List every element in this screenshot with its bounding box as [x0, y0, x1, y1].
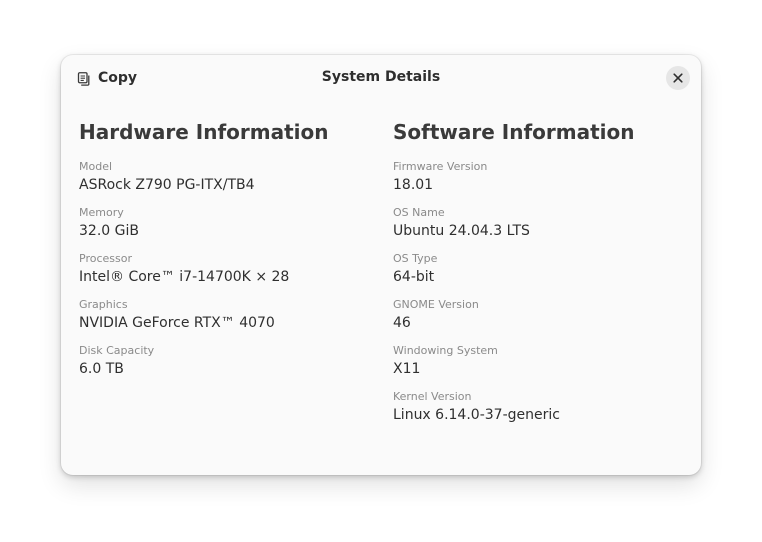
field-value: 6.0 TB — [79, 361, 124, 377]
software-field-gnome-version: GNOME Version 46 — [393, 298, 683, 344]
hardware-field-graphics: Graphics NVIDIA GeForce RTX™ 4070 — [79, 298, 369, 344]
hardware-field-memory: Memory 32.0 GiB — [79, 206, 369, 252]
field-value: 18.01 — [393, 177, 434, 193]
copy-button-label: Copy — [98, 70, 138, 86]
software-field-firmware-version: Firmware Version 18.01 — [393, 160, 683, 206]
field-label: Kernel Version — [393, 390, 472, 403]
header-bar: Copy System Details — [61, 55, 701, 101]
software-section-title: Software Information — [393, 120, 635, 144]
hardware-section-title: Hardware Information — [79, 120, 329, 144]
window-title: System Details — [321, 69, 441, 85]
field-label: OS Name — [393, 206, 445, 219]
software-field-windowing-system: Windowing System X11 — [393, 344, 683, 390]
field-value: 46 — [393, 315, 411, 331]
hardware-section: Hardware Information Model ASRock Z790 P… — [79, 119, 369, 390]
field-label: GNOME Version — [393, 298, 479, 311]
close-button[interactable] — [666, 66, 690, 90]
software-field-os-name: OS Name Ubuntu 24.04.3 LTS — [393, 206, 683, 252]
software-section: Software Information Firmware Version 18… — [393, 119, 683, 436]
field-value: Intel® Core™ i7-14700K × 28 — [79, 269, 290, 285]
software-field-os-type: OS Type 64-bit — [393, 252, 683, 298]
field-label: Processor — [79, 252, 132, 265]
field-value: NVIDIA GeForce RTX™ 4070 — [79, 315, 275, 331]
field-value: 64-bit — [393, 269, 435, 285]
field-label: Firmware Version — [393, 160, 488, 173]
hardware-field-processor: Processor Intel® Core™ i7-14700K × 28 — [79, 252, 369, 298]
field-label: Disk Capacity — [79, 344, 155, 357]
field-value: Linux 6.14.0-37-generic — [393, 407, 560, 423]
field-value: Ubuntu 24.04.3 LTS — [393, 223, 530, 239]
field-label: OS Type — [393, 252, 438, 265]
copy-icon — [77, 71, 91, 86]
field-label: Graphics — [79, 298, 128, 311]
field-value: 32.0 GiB — [79, 223, 139, 239]
field-value: ASRock Z790 PG-ITX/TB4 — [79, 177, 255, 193]
close-icon — [673, 73, 683, 83]
software-field-kernel-version: Kernel Version Linux 6.14.0-37-generic — [393, 390, 683, 436]
field-value: X11 — [393, 361, 421, 377]
copy-button[interactable]: Copy — [71, 63, 145, 93]
system-details-dialog: Copy System Details Hardware Information… — [61, 55, 701, 475]
field-label: Memory — [79, 206, 124, 219]
hardware-field-model: Model ASRock Z790 PG-ITX/TB4 — [79, 160, 369, 206]
field-label: Windowing System — [393, 344, 498, 357]
field-label: Model — [79, 160, 113, 173]
hardware-field-disk-capacity: Disk Capacity 6.0 TB — [79, 344, 369, 390]
